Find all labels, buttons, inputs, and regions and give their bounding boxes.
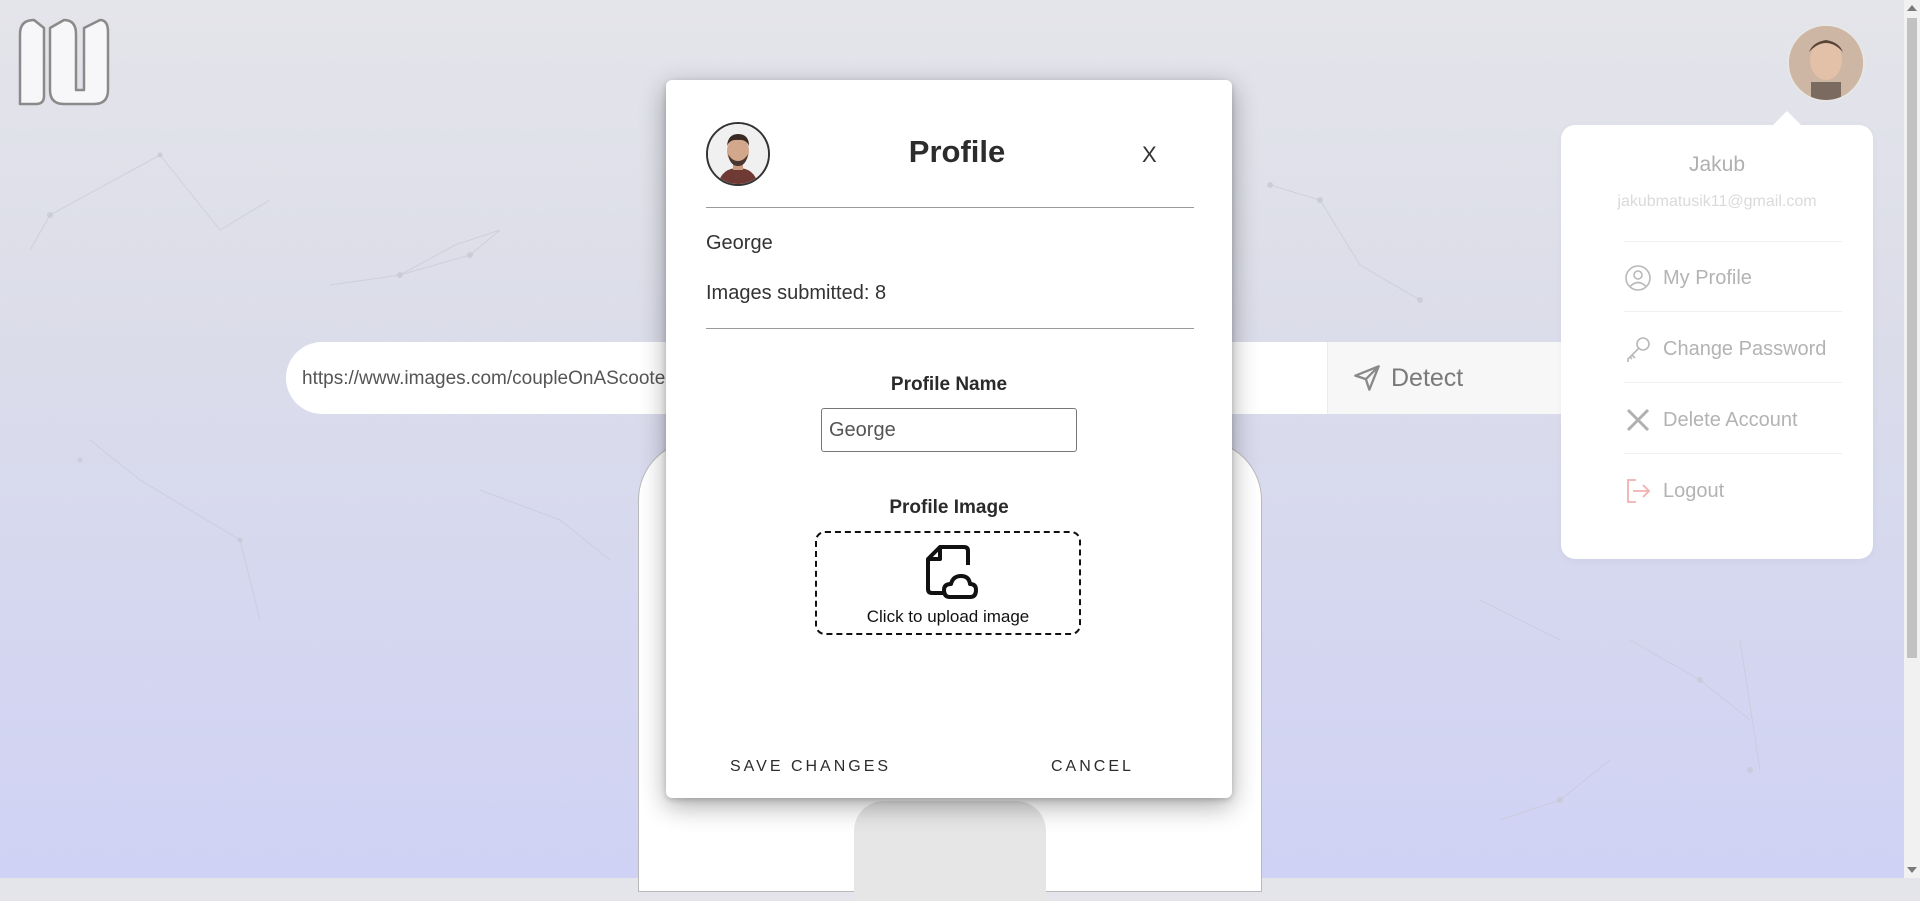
avatar-image	[1789, 26, 1863, 100]
detect-label: Detect	[1391, 363, 1464, 392]
dropdown-divider	[1624, 311, 1842, 312]
detect-button[interactable]: Detect	[1327, 342, 1596, 414]
dropdown-divider	[1624, 382, 1842, 383]
menu-item-delete-account[interactable]: Delete Account	[1624, 400, 1842, 440]
close-button[interactable]: X	[1142, 142, 1157, 168]
dropdown-caret	[1771, 111, 1803, 127]
save-changes-button[interactable]: SAVE CHANGES	[730, 758, 891, 776]
menu-item-logout[interactable]: Logout	[1624, 471, 1842, 511]
user-dropdown-menu: Jakub jakubmatusik11@gmail.com My Profil…	[1561, 111, 1873, 559]
images-submitted-count: Images submitted: 8	[706, 282, 887, 304]
menu-item-label: Delete Account	[1663, 408, 1798, 431]
modal-divider	[706, 328, 1194, 329]
modal-divider	[706, 207, 1194, 208]
dropdown-user-name: Jakub	[1688, 153, 1746, 176]
scroll-up-arrow-icon[interactable]	[1907, 5, 1917, 11]
menu-item-label: Logout	[1663, 479, 1725, 502]
user-circle-icon	[1625, 265, 1651, 291]
cancel-button[interactable]: CANCEL	[1051, 758, 1134, 776]
profile-image-label: Profile Image	[889, 497, 1009, 518]
menu-item-label: Change Password	[1663, 337, 1827, 360]
logout-icon	[1627, 479, 1651, 503]
profile-name-input[interactable]	[821, 408, 1077, 452]
page-scrollbar[interactable]	[1904, 0, 1920, 878]
file-cloud-upload-icon	[926, 545, 978, 599]
modal-title: Profile	[908, 134, 1006, 169]
upload-hint: Click to upload image	[866, 607, 1030, 626]
x-icon	[1626, 408, 1650, 432]
menu-item-change-password[interactable]: Change Password	[1624, 329, 1842, 369]
key-icon	[1627, 337, 1650, 362]
dropdown-divider	[1624, 241, 1842, 242]
scroll-down-arrow-icon[interactable]	[1907, 867, 1917, 873]
menu-item-my-profile[interactable]: My Profile	[1624, 258, 1842, 298]
profile-username: George	[706, 232, 773, 254]
dropdown-user-email: jakubmatusik11@gmail.com	[1617, 193, 1817, 210]
send-icon	[1354, 365, 1380, 391]
profile-modal: Profile X George Images submitted: 8 Pro…	[666, 80, 1232, 798]
profile-name-label: Profile Name	[890, 374, 1008, 395]
user-avatar-button[interactable]	[1787, 24, 1865, 102]
image-upload-dropzone[interactable]: Click to upload image	[815, 531, 1081, 635]
dropdown-divider	[1624, 453, 1842, 454]
scrollbar-thumb[interactable]	[1907, 18, 1917, 658]
menu-item-label: My Profile	[1663, 266, 1752, 289]
frame-stand	[854, 801, 1046, 901]
app-logo-icon	[18, 18, 110, 106]
